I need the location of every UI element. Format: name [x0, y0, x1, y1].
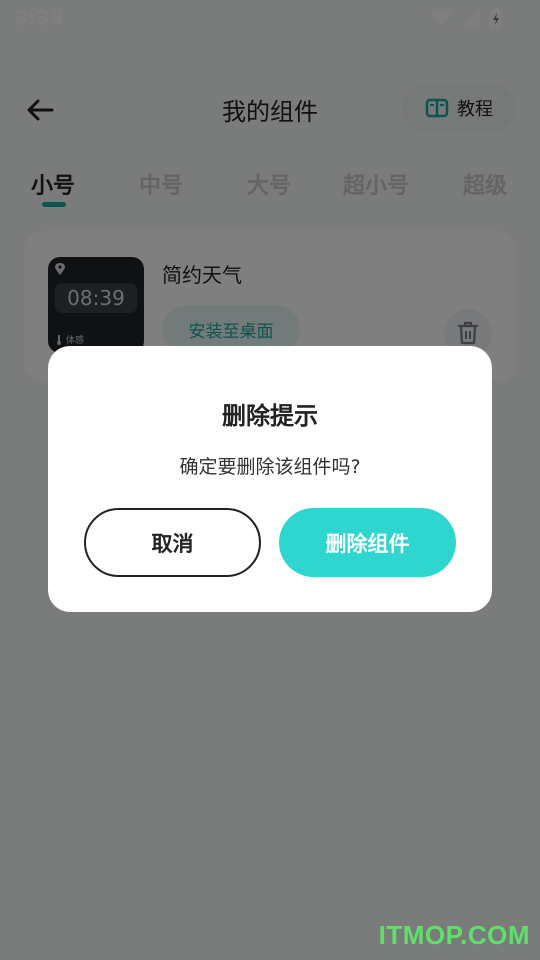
cancel-button[interactable]: 取消: [84, 508, 261, 577]
dialog-title: 删除提示: [222, 402, 318, 430]
delete-confirm-dialog: 删除提示 确定要删除该组件吗? 取消 删除组件: [48, 346, 492, 612]
dialog-message: 确定要删除该组件吗?: [179, 456, 361, 478]
delete-widget-confirm-button[interactable]: 删除组件: [279, 508, 456, 577]
watermark: ITMOP.COM: [378, 920, 530, 950]
